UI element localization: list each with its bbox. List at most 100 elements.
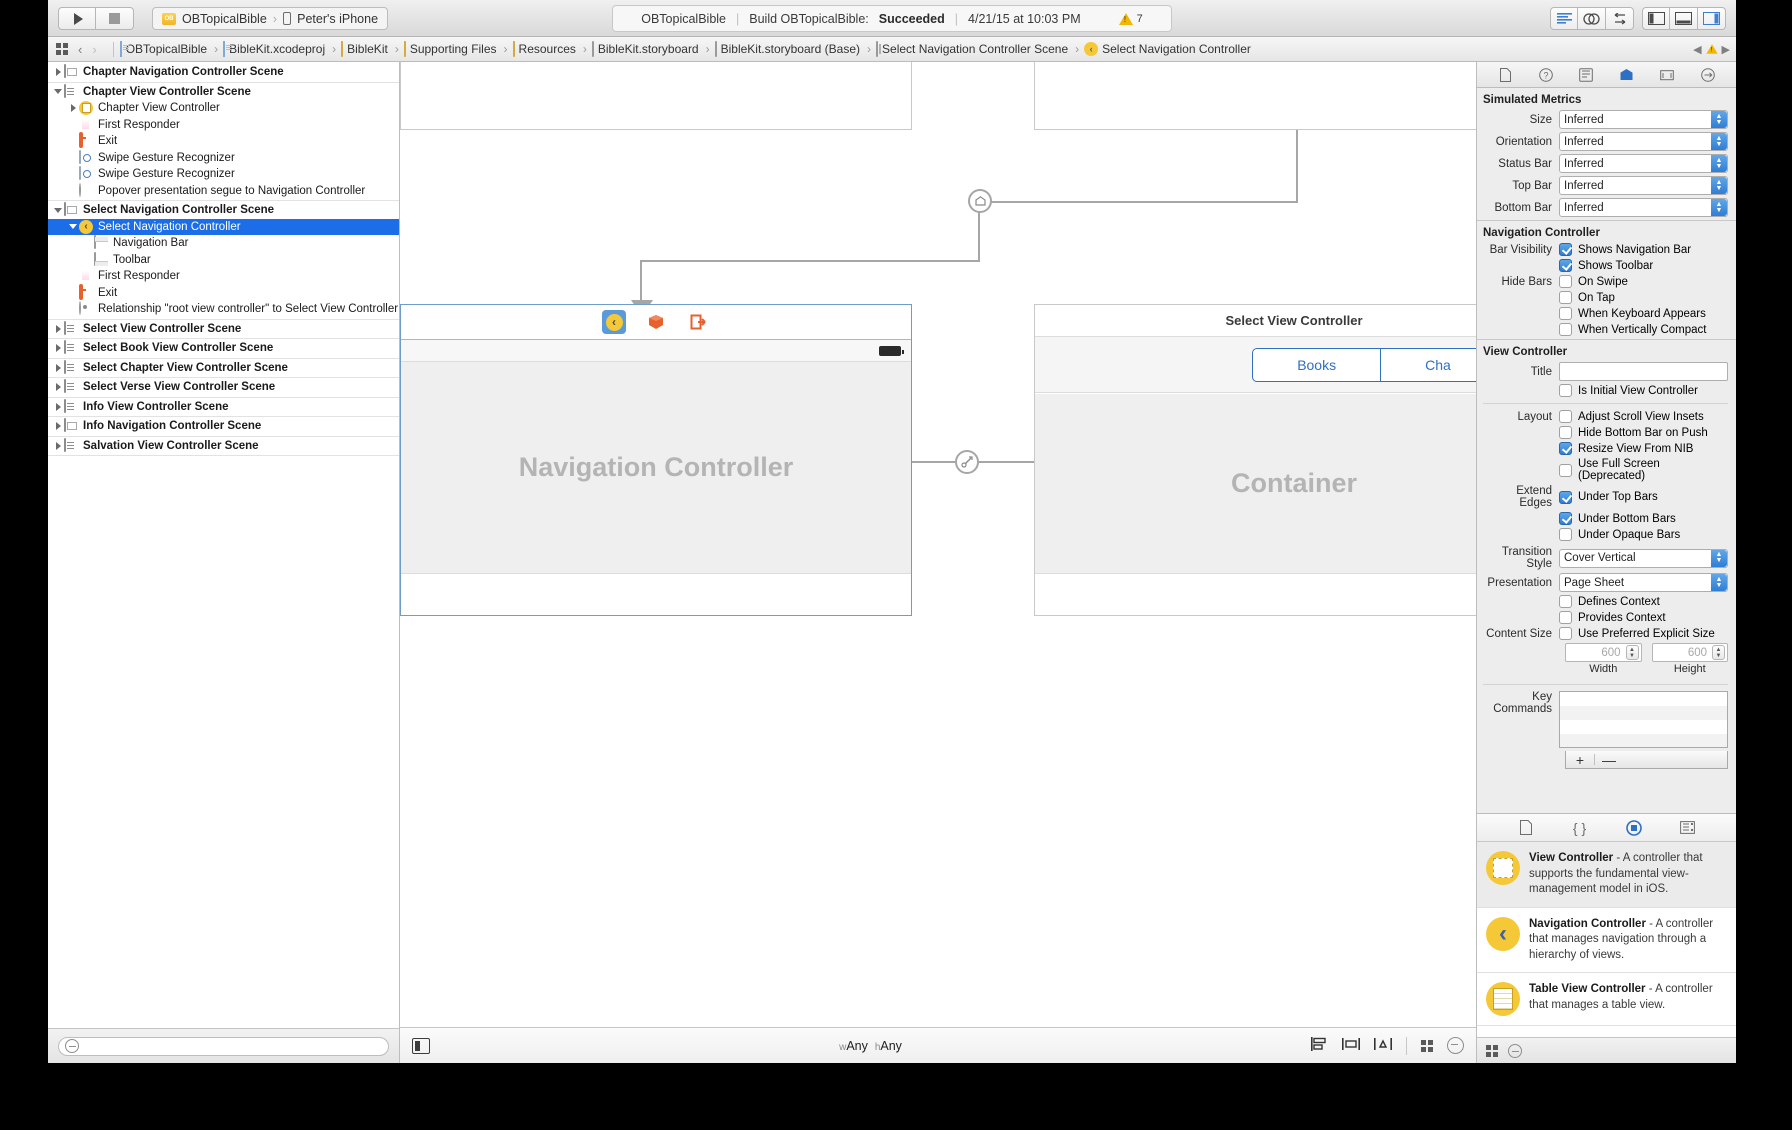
library-tab-bar[interactable]: { } xyxy=(1477,814,1736,842)
related-items-icon[interactable] xyxy=(56,43,68,55)
storyboard-canvas[interactable]: ‹ Navigation Controller Select View Cont… xyxy=(400,62,1476,1027)
library-filter-icon[interactable] xyxy=(1508,1043,1522,1058)
disclosure-triangle-icon[interactable] xyxy=(52,363,64,372)
outline-row-14[interactable]: Relationship "root view controller" to S… xyxy=(48,301,399,318)
align-button-icon[interactable] xyxy=(1311,1036,1328,1055)
document-outline-toggle-icon[interactable] xyxy=(412,1037,430,1054)
breadcrumb-item-2[interactable]: BibleKit › xyxy=(341,41,399,57)
segment-chapters[interactable]: Cha xyxy=(1381,349,1476,381)
outline-row-8[interactable]: Select Navigation Controller Scene xyxy=(48,202,399,219)
back-chevron-icon[interactable]: ‹ xyxy=(78,42,82,57)
stack-view-icon[interactable] xyxy=(1421,1039,1433,1052)
disclosure-triangle-icon[interactable] xyxy=(67,104,79,113)
disclosure-triangle-icon[interactable] xyxy=(52,402,64,411)
version-editor-icon[interactable] xyxy=(1606,7,1634,30)
scheme-selector[interactable]: OB OBTopicalBible › Peter's iPhone xyxy=(152,7,389,30)
partial-scene-top-right[interactable] xyxy=(1034,62,1476,130)
jumpbar-warning-icon[interactable] xyxy=(1705,44,1718,54)
metric-stepper-icon[interactable]: ▲ ▼ xyxy=(1711,155,1727,172)
checkbox[interactable] xyxy=(1559,243,1572,256)
checkbox-row-layout-3[interactable]: Use Full Screen (Deprecated) xyxy=(1483,458,1728,482)
presentation-stepper-icon[interactable]: ▲ ▼ xyxy=(1711,574,1727,591)
outline-row-0[interactable]: Chapter Navigation Controller Scene xyxy=(48,64,399,81)
outline-row-21[interactable]: Salvation View Controller Scene xyxy=(48,437,399,455)
content-height-stepper-icon[interactable]: ▲ ▼ xyxy=(1712,645,1725,660)
checkbox[interactable] xyxy=(1559,426,1572,439)
transition-style-popup[interactable]: Cover Vertical ▲ ▼ xyxy=(1559,548,1728,568)
breadcrumb-item-8[interactable]: ‹ Select Navigation Controller xyxy=(1084,42,1251,56)
segmented-control[interactable]: Books Cha xyxy=(1252,347,1476,382)
content-height-field[interactable]: 600 ▲ ▼ xyxy=(1651,643,1728,662)
checkbox[interactable] xyxy=(1559,323,1572,336)
outline-row-2[interactable]: Chapter View Controller xyxy=(48,100,399,117)
checkbox[interactable] xyxy=(1559,307,1572,320)
quick-help-icon[interactable]: ? xyxy=(1536,66,1556,84)
disclosure-triangle-icon[interactable] xyxy=(52,68,64,77)
dock-first-responder-icon[interactable] xyxy=(644,310,668,334)
checkbox[interactable] xyxy=(1559,595,1572,608)
checkbox-row-extend-1[interactable]: Under Bottom Bars xyxy=(1483,512,1728,525)
document-outline[interactable]: Chapter Navigation Controller Scene Chapt… xyxy=(48,62,399,1027)
dock-exit-icon[interactable] xyxy=(686,310,710,334)
breadcrumb-item-7[interactable]: Select Navigation Controller Scene › xyxy=(876,41,1079,57)
size-class-indicator[interactable]: wAny hAny xyxy=(430,1039,1311,1053)
disclosure-triangle-icon[interactable] xyxy=(52,89,64,95)
segment-books[interactable]: Books xyxy=(1253,348,1382,381)
is-initial-row[interactable]: Is Initial View Controller xyxy=(1483,384,1728,397)
outline-row-3[interactable]: First Responder xyxy=(48,117,399,134)
code-snippet-library-icon[interactable]: { } xyxy=(1570,819,1590,837)
content-size-row[interactable]: Content Size Use Preferred Explicit Size xyxy=(1483,627,1728,640)
editor-mode-segment[interactable] xyxy=(1550,7,1634,30)
navigation-controller-scene[interactable]: ‹ Navigation Controller xyxy=(400,304,912,616)
metric-stepper-icon[interactable]: ▲ ▼ xyxy=(1711,111,1727,128)
activity-status-bar[interactable]: OBTopicalBible | Build OBTopicalBible: S… xyxy=(612,5,1172,32)
checkbox-row-nav-3[interactable]: On Tap xyxy=(1483,291,1728,304)
content-size-checkbox[interactable] xyxy=(1559,627,1572,640)
outline-row-12[interactable]: First Responder xyxy=(48,268,399,285)
metric-popup[interactable]: Inferred ▲ ▼ xyxy=(1559,198,1728,217)
outline-filter-field[interactable] xyxy=(58,1036,389,1056)
prev-crumb-icon[interactable]: ◀ xyxy=(1693,43,1701,56)
disclosure-triangle-icon[interactable] xyxy=(67,224,79,230)
disclosure-triangle-icon[interactable] xyxy=(52,422,64,431)
pin-button-icon[interactable] xyxy=(1342,1037,1360,1055)
relationship-segue-badge[interactable] xyxy=(955,450,979,474)
attributes-inspector-content[interactable]: Simulated Metrics Size Inferred ▲ ▼ Orientat… xyxy=(1477,88,1736,813)
standard-editor-icon[interactable] xyxy=(1550,7,1578,30)
library-item-0[interactable]: View Controller - A controller that supp… xyxy=(1477,842,1736,908)
library-view-mode-icon[interactable] xyxy=(1486,1044,1498,1057)
dock-navigation-controller-icon[interactable]: ‹ xyxy=(602,310,626,334)
outline-row-6[interactable]: Swipe Gesture Recognizer xyxy=(48,166,399,183)
checkbox[interactable] xyxy=(1559,463,1572,477)
outline-row-9[interactable]: ‹ Select Navigation Controller xyxy=(48,218,399,235)
outline-row-11[interactable]: Toolbar xyxy=(48,251,399,269)
attributes-inspector-icon[interactable] xyxy=(1617,66,1637,84)
checkbox-row-nav-1[interactable]: Shows Toolbar xyxy=(1483,259,1728,272)
checkbox-row-layout-0[interactable]: Layout Adjust Scroll View Insets xyxy=(1483,410,1728,423)
outline-row-4[interactable]: Exit xyxy=(48,132,399,150)
content-width-stepper-icon[interactable]: ▲ ▼ xyxy=(1625,645,1639,660)
disclosure-triangle-icon[interactable] xyxy=(52,207,64,213)
library-item-1[interactable]: ‹ Navigation Controller - A controller th… xyxy=(1477,908,1736,974)
key-commands-remove-button[interactable]: — xyxy=(1595,752,1623,768)
checkbox-row-context-1[interactable]: Provides Context xyxy=(1483,611,1728,624)
breadcrumb-item-1[interactable]: BibleKit.xcodeproj › xyxy=(223,41,336,57)
outline-row-16[interactable]: Select Book View Controller Scene xyxy=(48,340,399,357)
breadcrumb-item-4[interactable]: Resources › xyxy=(512,41,587,57)
disclosure-triangle-icon[interactable] xyxy=(52,383,64,392)
forward-chevron-icon[interactable]: › xyxy=(92,42,96,57)
outline-row-15[interactable]: Select View Controller Scene xyxy=(48,320,399,338)
checkbox-row-context-0[interactable]: Defines Context xyxy=(1483,595,1728,608)
toggle-utilities-button[interactable] xyxy=(1698,7,1726,30)
metric-popup[interactable]: Inferred ▲ ▼ xyxy=(1559,176,1728,195)
connections-inspector-icon[interactable] xyxy=(1698,66,1718,84)
breadcrumb-item-3[interactable]: Supporting Files › xyxy=(403,41,508,57)
checkbox[interactable] xyxy=(1559,410,1572,423)
inspector-tab-bar[interactable]: ? xyxy=(1477,62,1736,88)
checkbox[interactable] xyxy=(1559,528,1572,541)
metric-stepper-icon[interactable]: ▲ ▼ xyxy=(1711,199,1727,216)
checkbox[interactable] xyxy=(1559,611,1572,624)
checkbox-row-nav-2[interactable]: Hide Bars On Swipe xyxy=(1483,275,1728,288)
outline-row-10[interactable]: Navigation Bar xyxy=(48,235,399,252)
key-commands-buttons[interactable]: + — xyxy=(1565,751,1728,769)
